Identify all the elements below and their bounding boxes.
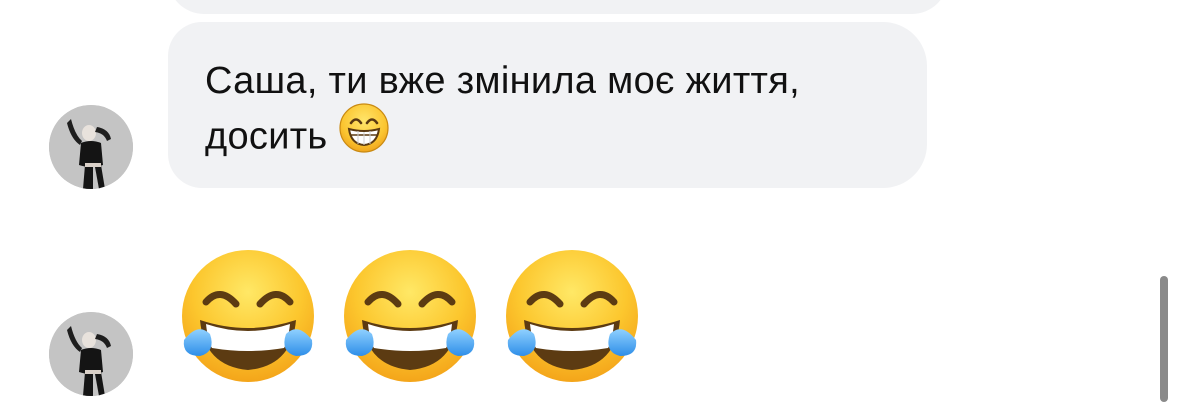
- avatar[interactable]: [49, 105, 133, 189]
- chat-screen: Саша, ти вже змінила моє життя, досить: [0, 0, 1179, 402]
- beaming-face-with-smiling-eyes-icon: [338, 102, 390, 167]
- message-text-line-2-text: досить: [205, 115, 328, 158]
- avatar-photo: [49, 105, 133, 189]
- message-text-line-1: Саша, ти вже змінила моє життя,: [205, 60, 800, 102]
- avatar-photo: [49, 312, 133, 396]
- face-with-tears-of-joy-icon: [174, 244, 322, 397]
- previous-message-bubble[interactable]: [168, 0, 948, 14]
- avatar[interactable]: [49, 312, 133, 396]
- message-bubble[interactable]: Саша, ти вже змінила моє життя, досить: [168, 22, 927, 188]
- message-text-line-2: досить: [205, 103, 891, 171]
- scrollbar-thumb[interactable]: [1160, 276, 1168, 402]
- face-with-tears-of-joy-icon: [336, 244, 484, 397]
- face-with-tears-of-joy-icon: [498, 244, 646, 397]
- emoji-message[interactable]: [170, 244, 650, 394]
